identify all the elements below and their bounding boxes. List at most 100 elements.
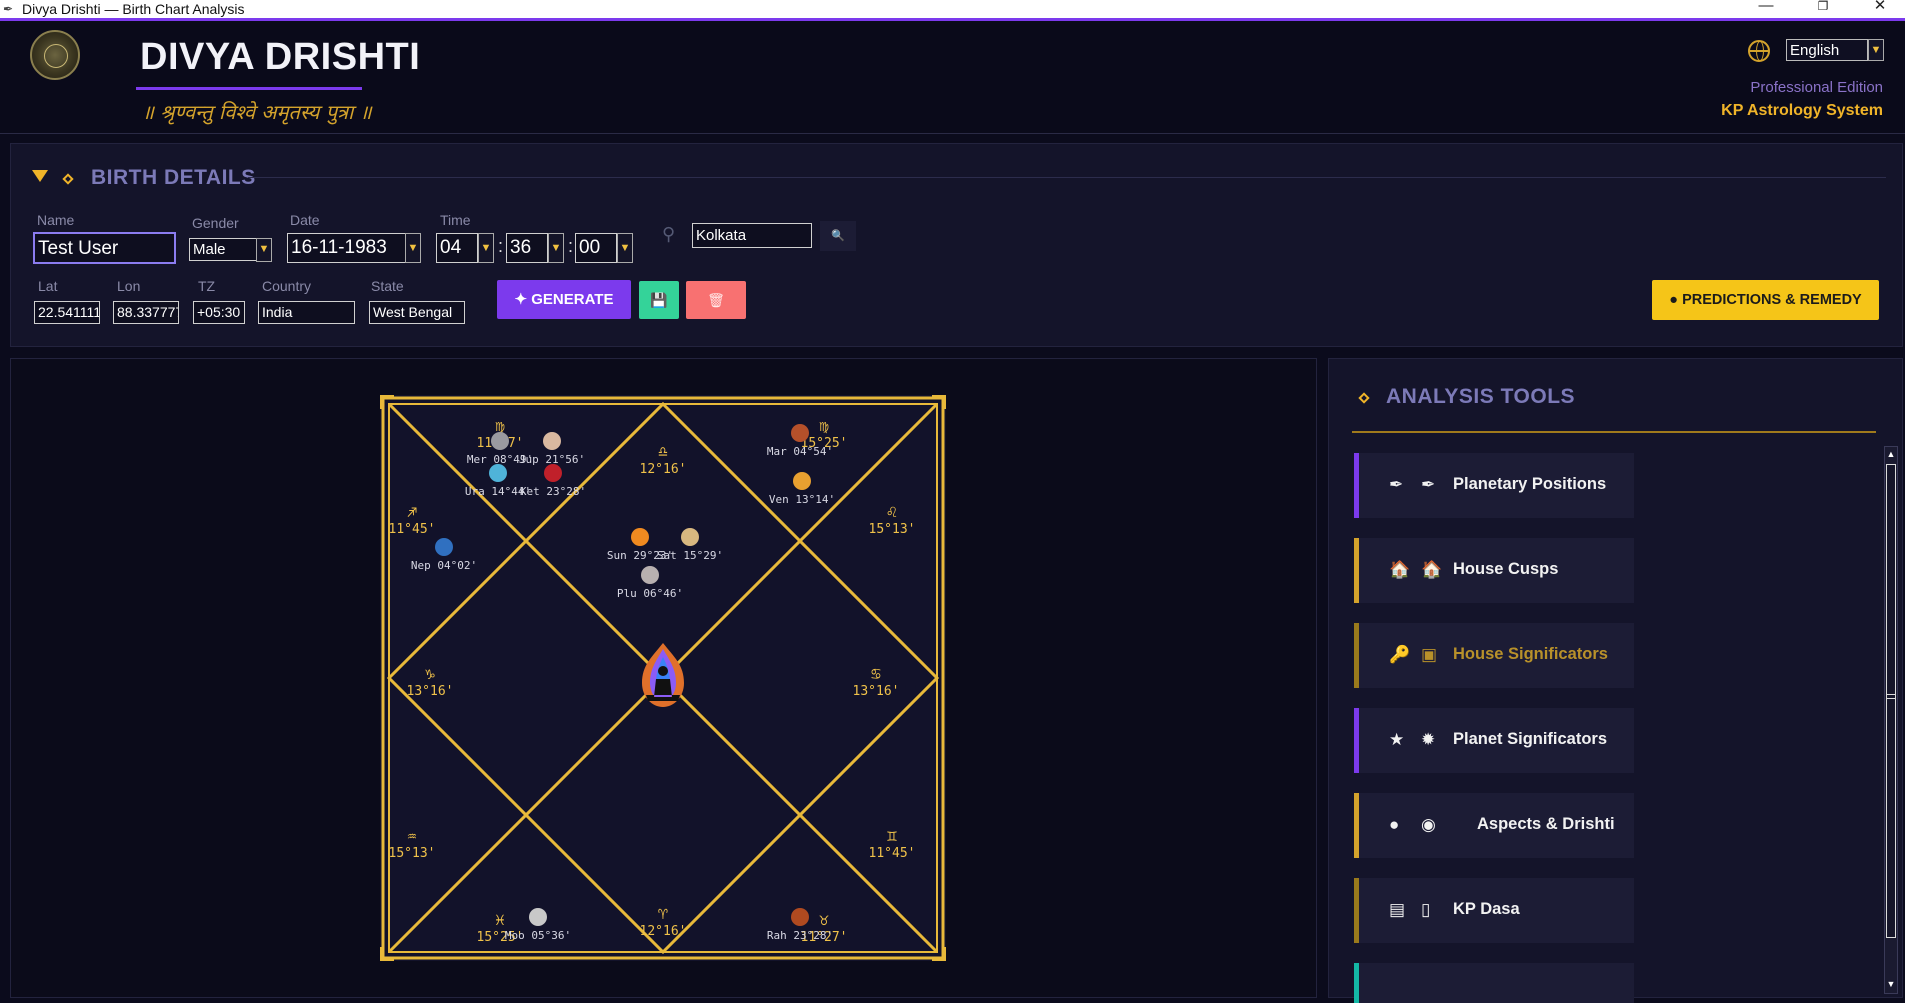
latitude-input[interactable]: 22.541111 <box>34 301 100 324</box>
scroll-thumb[interactable] <box>1886 464 1896 938</box>
tool-item[interactable]: ★ ✹ Planet Significators <box>1354 708 1634 773</box>
second-dropdown-arrow[interactable]: ▼ <box>617 233 633 263</box>
gender-label: Gender <box>192 215 239 231</box>
brand-underline <box>136 87 362 90</box>
house-degree: 11°45' <box>869 846 916 861</box>
bullet-icon: ● <box>1669 292 1679 308</box>
lat-label: Lat <box>38 278 58 294</box>
house-degree: 12°16' <box>640 924 687 939</box>
planet-label: Sat 15°29' <box>657 549 723 562</box>
birth-details-title: BIRTH DETAILS <box>91 166 256 189</box>
sign-symbol: ♓ <box>495 910 505 929</box>
section-divider <box>248 177 1886 178</box>
collapse-toggle-icon[interactable] <box>32 170 48 182</box>
lon-label: Lon <box>117 278 141 294</box>
tool-label: Planet Significators <box>1453 730 1608 748</box>
house-degree: 13°16' <box>853 684 900 699</box>
sign-symbol: ♎ <box>658 442 668 461</box>
tool-label: KP Dasa <box>1453 900 1520 918</box>
edition-label: Professional Edition <box>1750 79 1883 96</box>
tool-icon: 🏠 <box>1389 560 1411 579</box>
section-divider <box>1352 431 1876 433</box>
emblem-logo <box>30 30 80 80</box>
planet-icon <box>491 432 509 450</box>
planet-label: Moo 05°36' <box>505 929 571 942</box>
sign-symbol: ♒ <box>407 826 417 845</box>
state-input[interactable]: West Bengal <box>369 301 465 324</box>
house-degree: 15°13' <box>869 522 916 537</box>
tool-item[interactable]: 🏠 🏠 House Cusps <box>1354 538 1634 603</box>
planet-icon <box>435 538 453 556</box>
tool-item[interactable]: ✒ ✒ Planetary Positions <box>1354 453 1634 518</box>
name-label: Name <box>37 212 75 228</box>
second-input[interactable]: 00 <box>575 233 617 263</box>
timezone-input[interactable]: +05:30 <box>193 301 245 324</box>
scroll-down-arrow[interactable]: ▼ <box>1886 978 1896 990</box>
close-button[interactable]: ✕ <box>1857 0 1903 18</box>
planet-label: Jup 21°56' <box>519 453 585 466</box>
sign-symbol: ♑ <box>425 664 435 683</box>
planet-label: Ven 13°14' <box>769 493 835 506</box>
tool-icon: ● <box>1389 815 1400 834</box>
country-input[interactable]: India <box>258 301 355 324</box>
planet-label: Rah 23°28' <box>767 929 833 942</box>
sign-symbol: ♈ <box>658 904 668 923</box>
scroll-grip <box>1887 694 1895 695</box>
planet-icon <box>529 908 547 926</box>
generate-button-label: GENERATE <box>531 291 614 308</box>
hour-dropdown-arrow[interactable]: ▼ <box>478 233 494 263</box>
city-search-input[interactable]: Kolkata <box>692 223 812 248</box>
predictions-button-label: PREDICTIONS & REMEDY <box>1682 292 1862 308</box>
tool-icon: ◉ <box>1421 815 1436 834</box>
tagline: ॥ श्रृण्वन्तु विश्वे अमृतस्य पुत्रा ॥ <box>142 100 372 124</box>
tool-item[interactable]: ▤ ▯ KP Dasa <box>1354 878 1634 943</box>
minimize-button[interactable]: — <box>1743 0 1789 18</box>
delete-button[interactable]: 🗑 <box>686 281 746 319</box>
scroll-up-arrow[interactable]: ▲ <box>1886 448 1896 460</box>
globe-icon <box>1748 40 1770 62</box>
planet-icon <box>793 472 811 490</box>
search-icon[interactable]: 🔍 <box>820 221 856 251</box>
planet-icon <box>489 464 507 482</box>
sign-symbol: ♐ <box>407 502 417 521</box>
planet-icon <box>631 528 649 546</box>
scroll-grip <box>1887 698 1895 699</box>
north-indian-birth-chart: ♍11°27'♎12°16'♍15°25'♌15°13'♋13°16'♊11°4… <box>380 395 946 961</box>
save-button[interactable]: 💾 <box>639 281 679 319</box>
sign-symbol: ♍ <box>819 416 829 435</box>
minute-input[interactable]: 36 <box>506 233 548 263</box>
time-separator: : <box>568 236 574 256</box>
language-select[interactable]: English <box>1786 39 1868 61</box>
tool-icon: ▯ <box>1421 900 1431 919</box>
date-input[interactable]: 16-11-1983 <box>287 233 407 263</box>
app-feather-icon: ✒ <box>3 2 14 16</box>
gender-select[interactable]: Male <box>189 238 257 261</box>
predictions-remedy-button[interactable]: ● PREDICTIONS & REMEDY <box>1652 280 1879 320</box>
time-separator: : <box>498 236 504 256</box>
tool-icon: 🔑 <box>1389 645 1411 664</box>
minute-dropdown-arrow[interactable]: ▼ <box>548 233 564 263</box>
tool-label: Planetary Positions <box>1453 475 1607 493</box>
generate-button[interactable]: ✦ GENERATE <box>497 280 631 319</box>
house-degree: 13°16' <box>407 684 454 699</box>
gender-dropdown-arrow[interactable]: ▼ <box>256 238 272 262</box>
tool-item[interactable]: 🔑 ▣ House Significators <box>1354 623 1634 688</box>
date-picker-arrow[interactable]: ▼ <box>405 233 421 263</box>
tool-item[interactable]: ● ◉ Aspects & Drishti <box>1354 793 1634 858</box>
maximize-button[interactable]: ❐ <box>1800 0 1846 18</box>
tool-icon: ✒ <box>1421 475 1436 494</box>
tz-label: TZ <box>198 278 216 294</box>
tool-icon: ▣ <box>1421 645 1438 664</box>
location-pin-icon: ⚲ <box>662 224 676 244</box>
planet-icon <box>791 424 809 442</box>
name-input[interactable]: Test User <box>33 232 176 264</box>
language-dropdown-arrow[interactable]: ▼ <box>1868 39 1884 61</box>
tool-item[interactable] <box>1354 963 1634 1003</box>
planet-label: Mar 04°54' <box>767 445 833 458</box>
system-label: KP Astrology System <box>1721 102 1883 119</box>
tool-icon: 🏠 <box>1421 560 1443 579</box>
hour-input[interactable]: 04 <box>436 233 478 263</box>
planet-icon <box>641 566 659 584</box>
longitude-input[interactable]: 88.337777 <box>113 301 179 324</box>
tool-label: Aspects & Drishti <box>1477 815 1615 833</box>
